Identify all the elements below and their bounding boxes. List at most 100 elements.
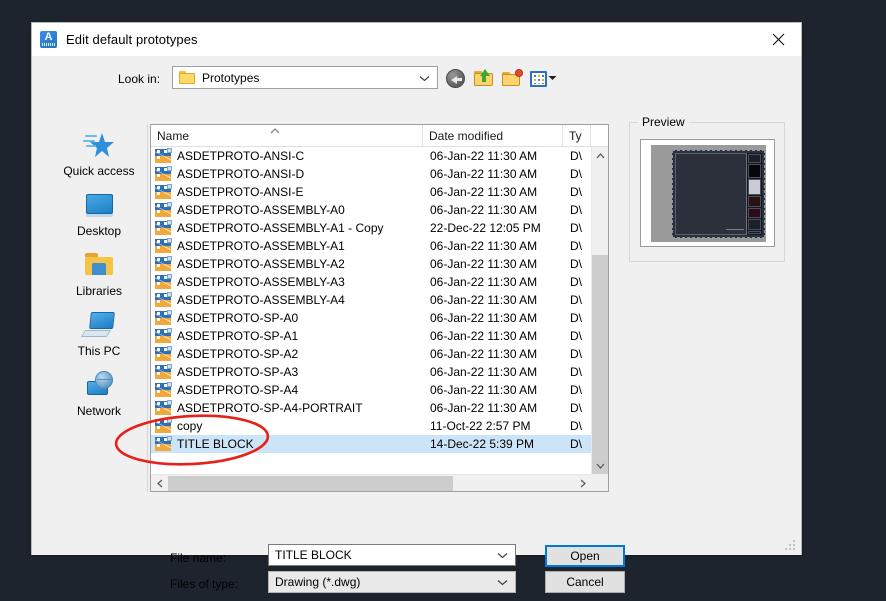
file-date-cell: 06-Jan-22 11:30 AM [430, 401, 538, 415]
chevron-down-icon[interactable] [497, 546, 508, 564]
file-name-text: TITLE BLOCK [177, 437, 254, 451]
star-icon [82, 130, 116, 160]
new-folder-icon [502, 68, 523, 88]
dwg-file-icon [155, 202, 172, 217]
file-date-cell: 06-Jan-22 11:30 AM [430, 257, 538, 271]
file-list-row[interactable]: ASDETPROTO-SP-A4 06-Jan-22 11:30 AM D\ [151, 381, 608, 399]
file-type-cell: D\ [570, 311, 582, 325]
scroll-left-button[interactable] [151, 475, 168, 491]
cancel-button[interactable]: Cancel [545, 571, 625, 593]
file-type-cell: D\ [570, 365, 582, 379]
file-type-cell: D\ [570, 239, 582, 253]
dialog-title: Edit default prototypes [66, 32, 198, 47]
file-list-row[interactable]: ASDETPROTO-ANSI-E 06-Jan-22 11:30 AM D\ [151, 183, 608, 201]
file-name-text: ASDETPROTO-ASSEMBLY-A3 [177, 275, 345, 289]
place-item-quick-access[interactable]: Quick access [51, 124, 147, 184]
file-name-text: ASDETPROTO-ASSEMBLY-A1 - Copy [177, 221, 384, 235]
files-of-type-select[interactable]: Drawing (*.dwg) [268, 571, 516, 593]
folder-library-icon [82, 250, 116, 280]
dwg-file-icon [155, 382, 172, 397]
place-item-libraries[interactable]: Libraries [51, 244, 147, 304]
dwg-file-icon [155, 166, 172, 181]
file-list-row[interactable]: ASDETPROTO-ASSEMBLY-A1 - Copy 22-Dec-22 1… [151, 219, 608, 237]
file-list-row[interactable]: ASDETPROTO-ASSEMBLY-A3 06-Jan-22 11:30 AM… [151, 273, 608, 291]
file-date-cell: 06-Jan-22 11:30 AM [430, 167, 538, 181]
file-list-row[interactable]: copy 11-Oct-22 2:57 PM D\ [151, 417, 608, 435]
scroll-right-button[interactable] [574, 475, 591, 491]
look-in-value: Prototypes [202, 70, 260, 85]
file-name-value: TITLE BLOCK [275, 548, 352, 562]
preview-paper [651, 145, 766, 242]
preview-label: Preview [638, 115, 689, 129]
place-item-desktop[interactable]: Desktop [51, 184, 147, 244]
file-list-row[interactable]: ASDETPROTO-SP-A3 06-Jan-22 11:30 AM D\ [151, 363, 608, 381]
create-new-folder-button[interactable] [502, 67, 524, 89]
file-type-cell: D\ [570, 203, 582, 217]
monitor-icon [82, 190, 116, 220]
file-date-cell: 06-Jan-22 11:30 AM [430, 293, 538, 307]
views-button[interactable] [530, 67, 560, 89]
files-of-type-label: Files of type: [170, 577, 239, 591]
chevron-down-icon[interactable] [497, 573, 508, 591]
horizontal-scrollbar-thumb[interactable] [168, 476, 453, 491]
dwg-file-icon [155, 310, 172, 325]
file-name-label: File name: [170, 551, 227, 565]
file-date-cell: 06-Jan-22 11:30 AM [430, 239, 538, 253]
folder-icon [179, 71, 195, 84]
close-button[interactable] [756, 23, 801, 56]
dwg-file-icon [155, 148, 172, 163]
dwg-file-icon [155, 400, 172, 415]
preview-group: Preview [629, 115, 785, 262]
column-header-name[interactable]: Name [151, 125, 423, 146]
file-name-text: ASDETPROTO-ANSI-E [177, 185, 304, 199]
file-list-row[interactable]: ASDETPROTO-ASSEMBLY-A0 06-Jan-22 11:30 AM… [151, 201, 608, 219]
column-header-type[interactable]: Ty [563, 125, 591, 146]
vertical-scrollbar-thumb[interactable] [592, 255, 608, 475]
file-list-row[interactable]: ASDETPROTO-ASSEMBLY-A2 06-Jan-22 11:30 AM… [151, 255, 608, 273]
place-label: This PC [77, 344, 121, 358]
back-button[interactable] [446, 67, 468, 89]
file-name-text: ASDETPROTO-ANSI-C [177, 149, 305, 163]
file-list-row[interactable]: ASDETPROTO-SP-A2 06-Jan-22 11:30 AM D\ [151, 345, 608, 363]
column-header-date-modified[interactable]: Date modified [423, 125, 563, 146]
file-list-row[interactable]: ASDETPROTO-SP-A1 06-Jan-22 11:30 AM D\ [151, 327, 608, 345]
look-in-combo[interactable]: Prototypes [172, 66, 438, 89]
column-header-label: Name [157, 128, 190, 143]
file-date-cell: 06-Jan-22 11:30 AM [430, 149, 538, 163]
file-list-row[interactable]: ASDETPROTO-ASSEMBLY-A4 06-Jan-22 11:30 AM… [151, 291, 608, 309]
file-list-row[interactable]: ASDETPROTO-SP-A4-PORTRAIT 06-Jan-22 11:30… [151, 399, 608, 417]
file-type-cell: D\ [570, 329, 582, 343]
place-label: Desktop [76, 224, 122, 238]
dwg-file-icon [155, 328, 172, 343]
file-name-cell: copy [151, 418, 423, 433]
place-item-network[interactable]: Network [51, 364, 147, 424]
dwg-file-icon [155, 436, 172, 451]
file-name-input[interactable]: TITLE BLOCK [268, 544, 516, 566]
file-date-cell: 11-Oct-22 2:57 PM [430, 419, 531, 433]
file-name-cell: TITLE BLOCK [151, 436, 423, 451]
vertical-scrollbar[interactable] [591, 147, 608, 475]
scroll-down-button[interactable] [592, 457, 608, 474]
file-name-cell: ASDETPROTO-ASSEMBLY-A0 [151, 202, 423, 217]
file-list-row[interactable]: ASDETPROTO-SP-A0 06-Jan-22 11:30 AM D\ [151, 309, 608, 327]
dwg-file-icon [155, 184, 172, 199]
scroll-up-button[interactable] [592, 147, 608, 164]
file-list-row[interactable]: TITLE BLOCK 14-Dec-22 5:39 PM D\ [151, 435, 608, 453]
file-date-cell: 06-Jan-22 11:30 AM [430, 275, 538, 289]
horizontal-scrollbar[interactable] [151, 474, 591, 491]
file-type-cell: D\ [570, 383, 582, 397]
file-list-row[interactable]: ASDETPROTO-ANSI-D 06-Jan-22 11:30 AM D\ [151, 165, 608, 183]
resize-grip[interactable] [785, 539, 796, 550]
place-item-this-pc[interactable]: This PC [51, 304, 147, 364]
file-list-row[interactable]: ASDETPROTO-ASSEMBLY-A1 06-Jan-22 11:30 AM… [151, 237, 608, 255]
file-type-cell: D\ [570, 347, 582, 361]
file-type-cell: D\ [570, 221, 582, 235]
places-bar: Quick access Desktop Libraries This PC N… [51, 124, 148, 492]
up-one-level-button[interactable] [474, 67, 496, 89]
dialog-body: Look in: Prototypes Quick access Desktop… [32, 56, 801, 593]
open-button[interactable]: Open [545, 545, 625, 567]
screen: A Edit default prototypes Look in: Proto… [0, 0, 886, 601]
file-list-row[interactable]: ASDETPROTO-ANSI-C 06-Jan-22 11:30 AM D\ [151, 147, 608, 165]
file-name-text: ASDETPROTO-ASSEMBLY-A1 [177, 239, 345, 253]
file-name-cell: ASDETPROTO-ASSEMBLY-A2 [151, 256, 423, 271]
